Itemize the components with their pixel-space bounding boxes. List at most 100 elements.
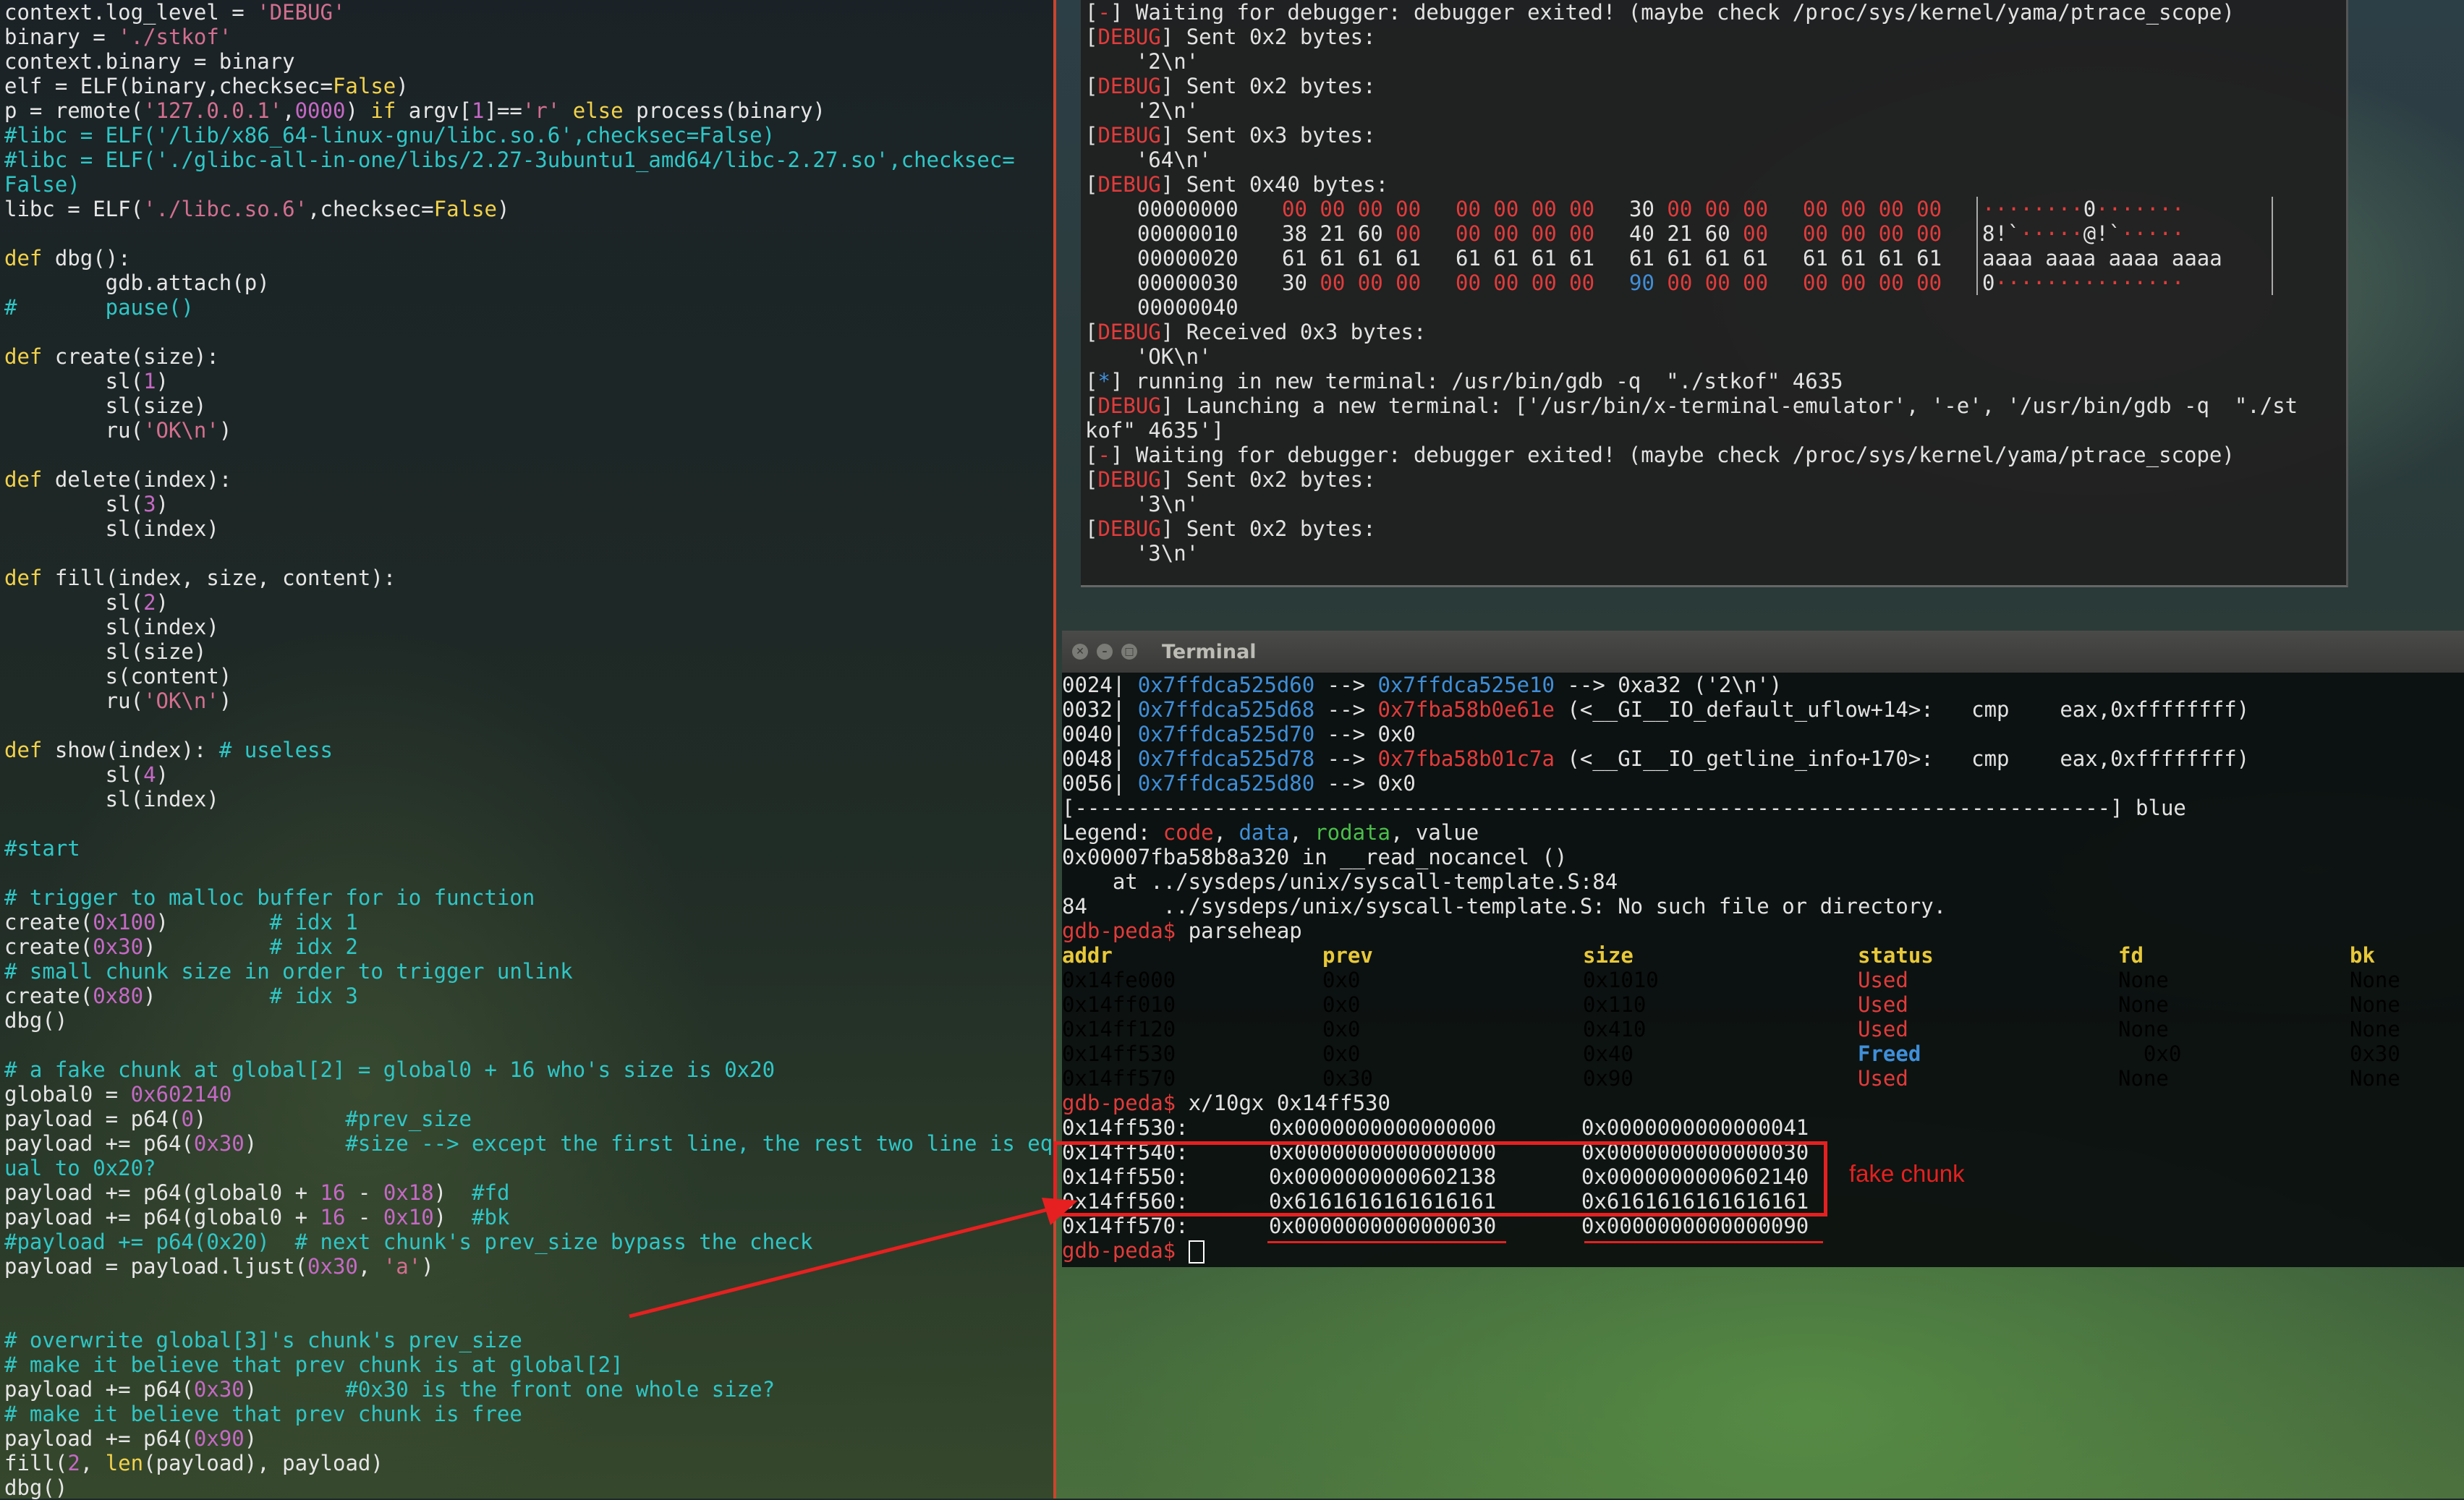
code-line-token: sl(index) xyxy=(4,615,219,639)
hexdump-bytes: 00 00 00 00 xyxy=(1803,270,1976,295)
hexdump-ascii-part: 0 xyxy=(1982,270,1995,295)
terminal-titlebar[interactable]: ✕ – □ Terminal xyxy=(1062,631,2464,673)
heap-cell-bk: None xyxy=(2350,968,2400,992)
code-line-token: create( xyxy=(4,934,93,959)
code-line-token: dbg() xyxy=(4,1008,68,1033)
code-line-token: ]== xyxy=(484,98,522,123)
code-line-token: ) xyxy=(156,492,169,516)
hexdump-ascii-part: ···· xyxy=(2133,197,2185,221)
code-line-token: # idx 2 xyxy=(269,934,358,959)
code-line-token: payload = p64( xyxy=(4,1107,182,1131)
code-line-token: , xyxy=(282,98,295,123)
code-line-token: def xyxy=(4,246,43,270)
code-line: global0 = 0x602140 xyxy=(0,1082,1053,1107)
code-line-token: def xyxy=(4,344,43,369)
heap-cell-bk: 0x30 xyxy=(2350,1041,2400,1066)
hexdump-byte-group: 38 21 60 xyxy=(1282,221,1396,246)
gdb-line-token: 0x7ffdca525d80 xyxy=(1137,771,1315,796)
code-line-token: sl( xyxy=(4,369,144,393)
log-line-token: [ xyxy=(1085,369,1098,393)
memory-dump-qword: 0x0000000000000041 xyxy=(1581,1115,1809,1140)
text-cursor[interactable] xyxy=(1188,1240,1205,1264)
code-line-token: 16 xyxy=(320,1180,346,1205)
log-terminal[interactable]: [-] Waiting for debugger: debugger exite… xyxy=(1081,0,2348,587)
code-line-token: s(content) xyxy=(4,664,232,689)
hexdump-bytes: 61 61 61 61 xyxy=(1282,246,1456,270)
log-line-token: - xyxy=(1097,0,1110,25)
heap-cell-status: Used xyxy=(1858,1017,1908,1041)
code-line-token: 'DEBUG' xyxy=(257,0,346,25)
hexdump-ascii: ········0······· xyxy=(1976,197,2273,221)
gdb-line-token: Legend: xyxy=(1062,820,1163,845)
log-line: [DEBUG] Sent 0x2 bytes: xyxy=(1085,516,2346,541)
gdb-line-token: 0032| xyxy=(1062,697,1138,722)
close-window-icon[interactable]: ✕ xyxy=(1072,644,1088,660)
hexdump-ascii-part: ···· xyxy=(1982,197,2033,221)
heap-cell-bk: None xyxy=(2350,1066,2400,1091)
gdb-command-line: gdb-peda$ x/10gx 0x14ff530 xyxy=(1062,1091,2464,1115)
log-line: [DEBUG] Launching a new terminal: ['/usr… xyxy=(1085,393,2346,418)
gdb-line-token: 0040| xyxy=(1062,722,1138,746)
log-line-token: ] Launching a new terminal: ['/usr/bin/x… xyxy=(1160,393,2298,418)
gdb-line: [---------------------------------------… xyxy=(1062,796,2464,820)
code-line: # make it believe that prev chunk is fre… xyxy=(0,1402,1053,1426)
code-line-token: payload += p64(global0 + xyxy=(4,1205,320,1230)
gdb-line-token: 0x7ffdca525d68 xyxy=(1137,697,1315,722)
log-line-token: DEBUG xyxy=(1097,123,1161,148)
code-line-token: 2 xyxy=(143,590,156,615)
heap-column-header: status xyxy=(1858,943,1934,968)
code-line-token: # make it believe that prev chunk is fre… xyxy=(4,1402,522,1426)
hexdump-bytes: 90 00 00 00 xyxy=(1629,270,1803,295)
heap-cell-prev: 0x0 xyxy=(1322,992,1361,1017)
code-line-token: global0 = xyxy=(4,1082,131,1107)
code-line: sl(4) xyxy=(0,762,1053,787)
code-line-token: # useless xyxy=(218,738,333,762)
hexdump-row: 00000040 xyxy=(1085,295,2346,320)
code-line: fill(2, len(payload), payload) xyxy=(0,1451,1053,1475)
code-line-token: 0x80 xyxy=(93,984,144,1008)
code-line: sl(index) xyxy=(0,615,1053,639)
log-line-token: 'OK\n' xyxy=(1085,344,1212,369)
code-line: create(0x80) # idx 3 xyxy=(0,984,1053,1008)
code-line-token: 0x10 xyxy=(383,1205,434,1230)
gdb-line: 0x00007fba58b8a320 in __read_nocancel () xyxy=(1062,845,2464,869)
code-line-token: ru( xyxy=(4,689,144,713)
hexdump-offset: 00000040 xyxy=(1137,295,1239,320)
gdb-line-token: 0x00007fba58b8a320 in __read_nocancel () xyxy=(1062,845,1568,869)
memory-dump-qword: 0x0000000000000030 xyxy=(1269,1214,1497,1238)
code-line-token: (payload), payload) xyxy=(143,1451,383,1475)
code-line-token: delete(index): xyxy=(42,467,232,492)
code-line-token: # idx 1 xyxy=(269,910,358,934)
code-line-token: context.log_level = xyxy=(4,0,258,25)
maximize-window-icon[interactable]: □ xyxy=(1121,644,1137,660)
code-line: create(0x30) # idx 2 xyxy=(0,934,1053,959)
hexdump-ascii-part: @!` xyxy=(2083,221,2122,246)
code-line-token: #prev_size xyxy=(345,1107,472,1131)
code-line: ru('OK\n') xyxy=(0,418,1053,443)
code-line-token: 0x100 xyxy=(93,910,156,934)
log-line: '2\n' xyxy=(1085,49,2346,74)
parseheap-table: addr prev size status fd bk 0x14fe000 0x0 0x1010… xyxy=(1062,943,2464,1091)
log-line: [-] Waiting for debugger: debugger exite… xyxy=(1085,443,2346,467)
gdb-line: gdb-peda$ parseheap xyxy=(1062,919,2464,943)
log-line: [DEBUG] Sent 0x2 bytes: xyxy=(1085,467,2346,492)
code-line-token: gdb.attach(p) xyxy=(4,270,270,295)
heap-cell-addr: 0x14ff120 xyxy=(1062,1017,1176,1041)
log-line-token: kof" 4635'] xyxy=(1085,418,1225,443)
hexdump-byte-group: 00 00 00 00 xyxy=(1456,197,1595,221)
code-line-token: show(index): xyxy=(42,738,219,762)
log-line-token: [ xyxy=(1085,320,1098,344)
code-line-token: 0x90 xyxy=(193,1426,245,1451)
heap-column-header: size xyxy=(1583,943,1634,968)
minimize-window-icon[interactable]: – xyxy=(1097,644,1113,660)
hexdump-bytes: 61 61 61 61 xyxy=(1803,246,1976,270)
gdb-line-token: --> 0xa32 ('2\n') xyxy=(1554,673,1783,697)
gdb-line: 0048| 0x7ffdca525d78 --> 0x7fba58b01c7a … xyxy=(1062,746,2464,771)
log-line-token: [ xyxy=(1085,0,1098,25)
code-line-token: payload += p64( xyxy=(4,1426,194,1451)
code-line: payload += p64(0x30) #size --> except th… xyxy=(0,1131,1053,1156)
hexdump-ascii-part: ···· xyxy=(2032,270,2083,295)
